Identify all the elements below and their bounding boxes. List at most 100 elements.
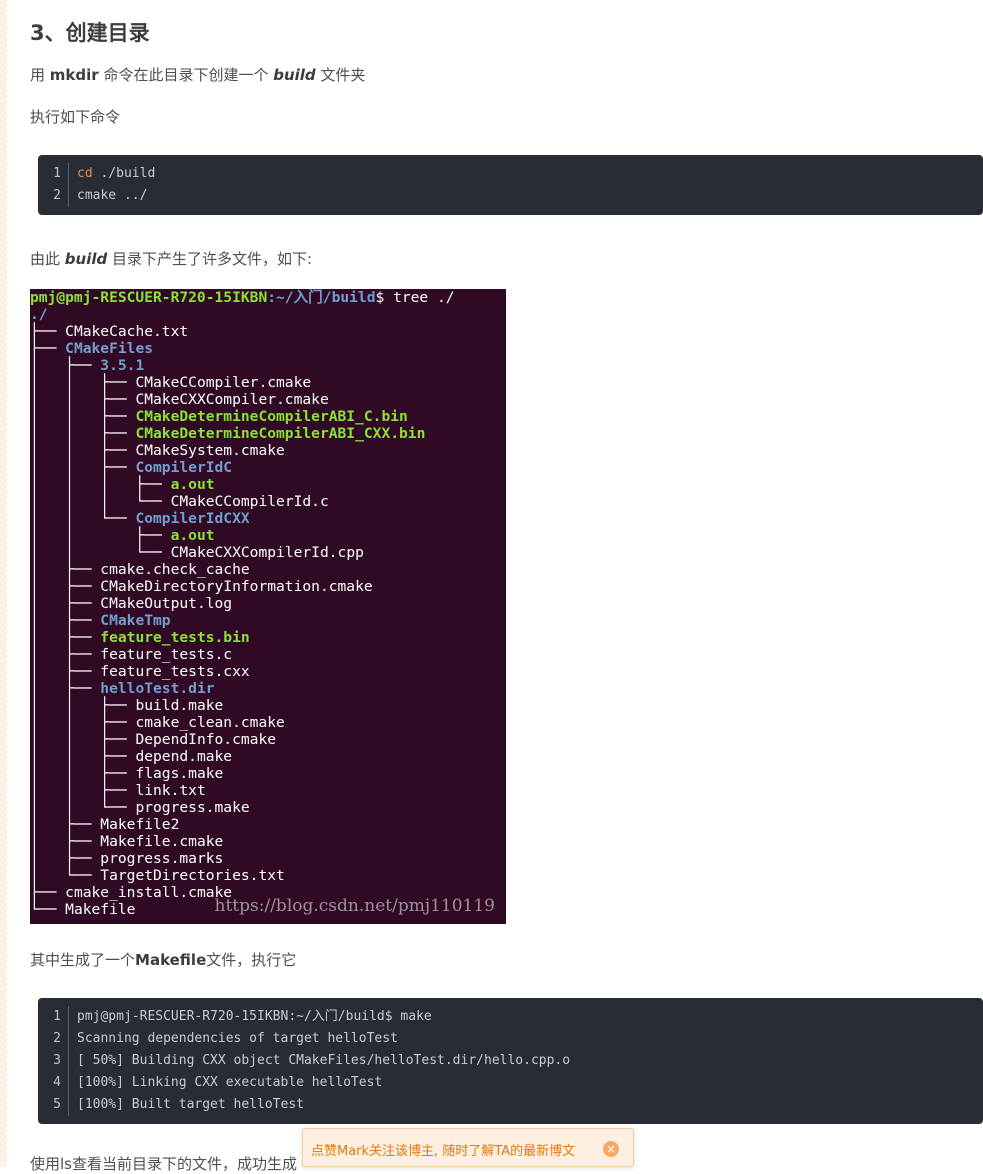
- tree-file-name: cmake_clean.cmake: [135, 714, 285, 731]
- tree-entry: │ │ │ ├── a.out: [30, 476, 506, 493]
- tree-entry: │ │ ├── CMakeDetermineCompilerABI_CXX.bi…: [30, 425, 506, 442]
- tree-directory-name: CompilerIdCXX: [135, 510, 250, 527]
- tree-entry: │ │ ├── CMakeCCompiler.cmake: [30, 374, 506, 391]
- code-text: Scanning dependencies of target helloTes…: [77, 1031, 398, 1046]
- tree-file-name: progress.make: [135, 799, 250, 816]
- code-block-make-output[interactable]: 1 pmj@pmj-RESCUER-R720-15IKBN:~/入门/build$…: [38, 998, 983, 1124]
- watermark-text: https://blog.csdn.net/pmj110119: [214, 896, 495, 916]
- tree-branch: │ ├──: [30, 578, 101, 595]
- tree-entry: │ ├── feature_tests.bin: [30, 629, 506, 646]
- tree-branch: │ ├──: [30, 612, 101, 629]
- code-text: cd ./build: [77, 166, 156, 181]
- line-number: 1: [38, 1006, 69, 1028]
- code-line: 1 pmj@pmj-RESCUER-R720-15IKBN:~/入门/build$…: [38, 1006, 983, 1028]
- tree-entry: │ ├── feature_tests.cxx: [30, 663, 506, 680]
- tree-entry: │ │ ├── a.out: [30, 527, 506, 544]
- tree-file-name: CMakeSystem.cmake: [135, 442, 285, 459]
- tree-entry: │ ├── Makefile2: [30, 816, 506, 833]
- tree-entry: │ ├── CMakeDirectoryInformation.cmake: [30, 578, 506, 595]
- tree-file-name: link.txt: [135, 782, 206, 799]
- mkdir-command: mkdir: [49, 66, 99, 84]
- tree-branch: │ ├──: [30, 646, 101, 663]
- tree-file-name: Makefile: [65, 901, 136, 918]
- tree-entry: │ │ ├── CMakeSystem.cmake: [30, 442, 506, 459]
- tree-branch: │ ├──: [30, 595, 101, 612]
- tree-branch: │ │ ├──: [30, 442, 136, 459]
- code-block-cmake[interactable]: 1 cd ./build 2 cmake ../: [38, 155, 983, 215]
- tree-branch: │ ├──: [30, 663, 101, 680]
- line-number: 3: [38, 1050, 69, 1072]
- tree-branch: │ │ ├──: [30, 527, 171, 544]
- tree-root: ./: [30, 306, 48, 323]
- tree-entry: ├── CMakeFiles: [30, 340, 506, 357]
- tree-branch: │ └──: [30, 867, 101, 884]
- paragraph-build-result: 由此 build 目录下产生了许多文件，如下:: [30, 250, 313, 268]
- tree-file-name: CMakeDetermineCompilerABI_C.bin: [135, 408, 408, 425]
- tree-branch: │ │ ├──: [30, 374, 136, 391]
- tree-entry: │ └── TargetDirectories.txt: [30, 867, 506, 884]
- build-folder-name: build: [64, 250, 108, 268]
- tree-entry: │ ├── Makefile.cmake: [30, 833, 506, 850]
- tree-entry: │ │ ├── CMakeDetermineCompilerABI_C.bin: [30, 408, 506, 425]
- code-text: [ 50%] Building CXX object CMakeFiles/he…: [77, 1053, 571, 1068]
- tree-entry: ├── CMakeCache.txt: [30, 323, 506, 340]
- tree-file-name: Makefile.cmake: [100, 833, 224, 850]
- tree-branch: │ │ ├──: [30, 391, 136, 408]
- tree-entry: │ ├── CMakeOutput.log: [30, 595, 506, 612]
- tree-file-name: cmake.check_cache: [100, 561, 250, 578]
- tree-branch: │ │ └──: [30, 510, 136, 527]
- tree-entry: │ │ ├── link.txt: [30, 782, 506, 799]
- tree-entry: │ │ ├── CMakeCXXCompiler.cmake: [30, 391, 506, 408]
- code-line: 4 [100%] Linking CXX executable helloTest: [38, 1072, 983, 1094]
- tree-entry: │ │ └── CompilerIdCXX: [30, 510, 506, 527]
- follow-author-toast[interactable]: 点赞Mark关注该博主, 随时了解TA的最新博文 ×: [302, 1128, 634, 1167]
- tree-entry: │ ├── helloTest.dir: [30, 680, 506, 697]
- line-number: 2: [38, 185, 69, 207]
- tree-file-name: CMakeCCompiler.cmake: [135, 374, 312, 391]
- tree-branch: │ ├──: [30, 850, 101, 867]
- tree-listing: ├── CMakeCache.txt ├── CMakeFiles │ ├── 3.…: [30, 323, 506, 918]
- code-text: pmj@pmj-RESCUER-R720-15IKBN:~/入门/build$ …: [77, 1009, 432, 1024]
- toast-message: 点赞Mark关注该博主, 随时了解TA的最新博文: [311, 1144, 576, 1159]
- tree-branch: │ │ ├──: [30, 748, 136, 765]
- prompt-path: :~/入门/build: [267, 289, 376, 306]
- code-line: 5 [100%] Built target helloTest: [38, 1094, 983, 1116]
- tree-file-name: progress.marks: [100, 850, 224, 867]
- tree-file-name: TargetDirectories.txt: [100, 867, 285, 884]
- tree-branch: │ │ │ └──: [30, 493, 171, 510]
- code-text: cmake ../: [77, 188, 148, 203]
- tree-branch: │ │ └──: [30, 799, 136, 816]
- tree-branch: │ │ ├──: [30, 425, 136, 442]
- tree-file-name: CMakeDirectoryInformation.cmake: [100, 578, 373, 595]
- tree-directory-name: 3.5.1: [100, 357, 145, 374]
- close-icon[interactable]: ×: [603, 1141, 619, 1157]
- tree-file-name: feature_tests.bin: [100, 629, 250, 646]
- code-line: 2 Scanning dependencies of target helloTe…: [38, 1028, 983, 1050]
- tree-branch: ├──: [30, 340, 66, 357]
- tree-entry: │ ├── 3.5.1: [30, 357, 506, 374]
- tree-entry: │ ├── feature_tests.c: [30, 646, 506, 663]
- tree-branch: │ │ │ ├──: [30, 476, 171, 493]
- tree-file-name: a.out: [170, 476, 215, 493]
- tree-entry: │ │ ├── CompilerIdC: [30, 459, 506, 476]
- tree-file-name: CMakeOutput.log: [100, 595, 233, 612]
- build-folder-name: build: [273, 66, 316, 84]
- tree-entry: │ ├── CMakeTmp: [30, 612, 506, 629]
- tree-branch: │ │ ├──: [30, 782, 136, 799]
- tree-entry: │ │ └── progress.make: [30, 799, 506, 816]
- tree-entry: │ │ │ └── CMakeCCompilerId.c: [30, 493, 506, 510]
- paragraph-mkdir: 用 mkdir 命令在此目录下创建一个 build 文件夹: [30, 66, 366, 84]
- line-number: 4: [38, 1072, 69, 1094]
- tree-file-name: CMakeCXXCompiler.cmake: [135, 391, 329, 408]
- tree-branch: ├──: [30, 323, 66, 340]
- tree-file-name: depend.make: [135, 748, 233, 765]
- tree-branch: │ ├──: [30, 629, 101, 646]
- tree-entry: │ │ └── CMakeCXXCompilerId.cpp: [30, 544, 506, 561]
- tree-entry: │ │ ├── depend.make: [30, 748, 506, 765]
- tree-file-name: CMakeCache.txt: [65, 323, 189, 340]
- tree-file-name: flags.make: [135, 765, 224, 782]
- line-number: 2: [38, 1028, 69, 1050]
- tree-branch: │ ├──: [30, 357, 101, 374]
- code-line: 3 [ 50%] Building CXX object CMakeFiles/h…: [38, 1050, 983, 1072]
- tree-file-name: build.make: [135, 697, 224, 714]
